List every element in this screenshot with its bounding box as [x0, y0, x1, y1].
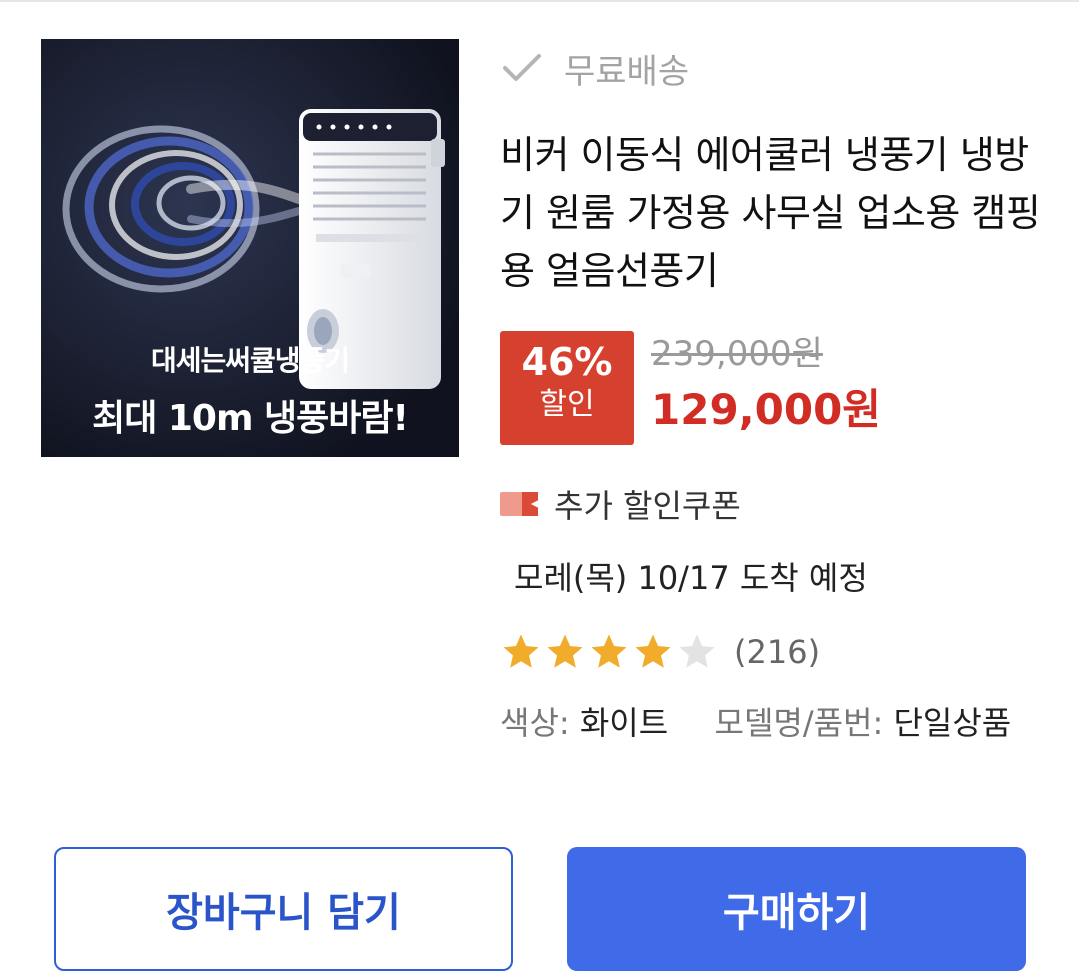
sale-price: 129,000원 [651, 385, 881, 434]
image-caption-line2: 최대 10m 냉풍바람! [92, 398, 409, 439]
rating[interactable]: (216) [500, 628, 820, 676]
discount-label: 할인 [539, 387, 595, 422]
coupon-link[interactable]: 추가 할인쿠폰 [500, 480, 741, 528]
model-value: 단일상품 [893, 704, 1012, 742]
arrival-estimate: 모레(목) 10/17 도착 예정 [514, 559, 868, 597]
model-key: 모델명/품번: [714, 704, 884, 742]
discount-percent: 46% [521, 340, 613, 384]
review-count[interactable]: (216) [734, 633, 820, 671]
star-icon [591, 634, 627, 668]
coupon-icon [500, 492, 540, 516]
star-icon [635, 634, 671, 668]
product-image[interactable]: 대세는써큘냉풍기 최대 10m 냉풍바람! [41, 39, 459, 457]
buy-now-button[interactable]: 구매하기 [567, 847, 1026, 971]
original-price: 239,000원 [651, 334, 823, 374]
discount-badge: 46% 할인 [500, 331, 634, 445]
check-icon [503, 54, 541, 81]
coupon-label: 추가 할인쿠폰 [554, 487, 741, 525]
star-rating [500, 631, 720, 673]
product-options: 색상: 화이트 모델명/품번: 단일상품 [500, 700, 1060, 746]
top-divider [0, 0, 1079, 2]
color-key: 색상: [500, 704, 570, 742]
product-title[interactable]: 비커 이동식 에어쿨러 냉풍기 냉방기 원룸 가정용 사무실 업소용 캠핑용 얼… [500, 126, 1060, 300]
star-icon [547, 634, 583, 668]
image-caption-line1: 대세는써큘냉풍기 [150, 344, 350, 377]
free-shipping: 무료배송 [502, 44, 689, 92]
color-value: 화이트 [579, 704, 669, 742]
star-icon [503, 634, 539, 668]
shipping-label: 무료배송 [564, 51, 690, 92]
add-to-cart-button[interactable]: 장바구니 담기 [54, 847, 513, 971]
star-icon [679, 634, 715, 668]
